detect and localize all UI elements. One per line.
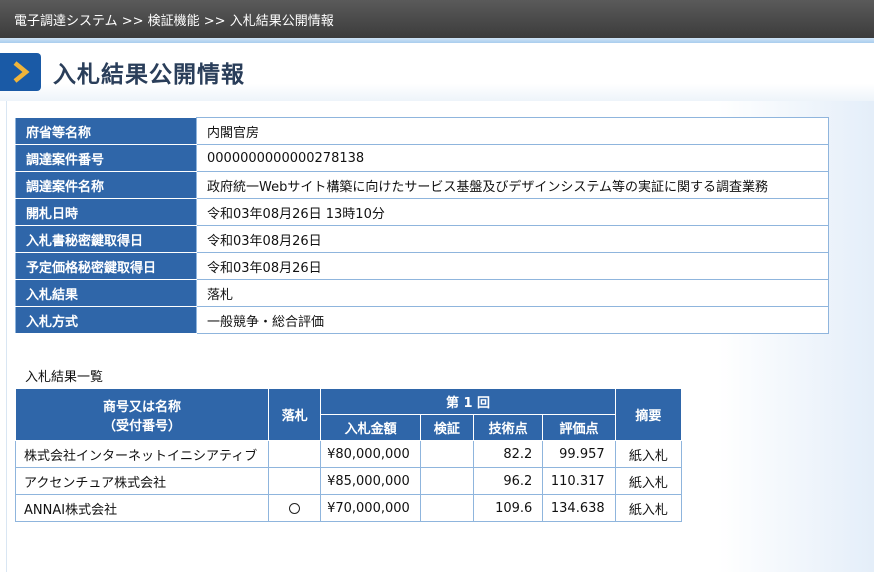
eval-score: 99.957 xyxy=(542,440,616,468)
info-label: 調達案件番号 xyxy=(15,144,197,172)
col-header-round: 第 1 回 xyxy=(320,388,616,415)
remarks: 紙入札 xyxy=(614,494,683,522)
info-row-case-number: 調達案件番号 0000000000000278138 xyxy=(15,144,829,172)
info-label: 開札日時 xyxy=(15,198,197,226)
table-row: 株式会社インターネットイニシアティブ ¥80,000,000 82.2 99.9… xyxy=(14,440,683,468)
tech-score: 96.2 xyxy=(473,467,544,495)
award-mark xyxy=(268,467,322,495)
bid-amount: ¥85,000,000 xyxy=(320,467,421,495)
bidder-name: アクセンチュア株式会社 xyxy=(14,467,270,495)
info-label: 予定価格秘密鍵取得日 xyxy=(15,252,197,280)
remarks: 紙入札 xyxy=(614,467,683,495)
info-row-case-name: 調達案件名称 政府統一Webサイト構築に向けたサービス基盤及びデザインシステム等… xyxy=(15,171,829,199)
info-row-price-key-date: 予定価格秘密鍵取得日 令和03年08月26日 xyxy=(15,252,829,280)
award-mark xyxy=(268,440,322,468)
breadcrumb-bar: 電子調達システム >> 検証機能 >> 入札結果公開情報 xyxy=(0,0,874,38)
info-row-method: 入札方式 一般競争・総合評価 xyxy=(15,306,829,334)
verify-cell xyxy=(419,494,475,522)
info-row-result: 入札結果 落札 xyxy=(15,279,829,307)
verify-cell xyxy=(419,467,475,495)
col-header-amount: 入札金額 xyxy=(320,414,421,441)
info-label: 入札方式 xyxy=(15,306,197,334)
eval-score: 134.638 xyxy=(542,494,616,522)
breadcrumb: 電子調達システム >> 検証機能 >> 入札結果公開情報 xyxy=(14,13,334,29)
info-label: 府省等名称 xyxy=(15,117,197,145)
bid-amount: ¥70,000,000 xyxy=(320,494,421,522)
award-mark xyxy=(268,494,322,522)
verify-cell xyxy=(419,440,475,468)
page-title: 入札結果公開情報 xyxy=(53,62,245,88)
col-header-remarks: 摘要 xyxy=(614,388,683,441)
info-value: 令和03年08月26日 xyxy=(196,225,829,253)
chevron-right-icon xyxy=(0,53,41,91)
table-row: アクセンチュア株式会社 ¥85,000,000 96.2 110.317 紙入札 xyxy=(14,467,683,495)
col-header-name: 商号又は名称 （受付番号） xyxy=(14,388,270,441)
bidder-name: ANNAI株式会社 xyxy=(14,494,270,522)
bid-amount: ¥80,000,000 xyxy=(320,440,421,468)
info-row-bid-key-date: 入札書秘密鍵取得日 令和03年08月26日 xyxy=(15,225,829,253)
bidder-name: 株式会社インターネットイニシアティブ xyxy=(14,440,270,468)
col-header-eval: 評価点 xyxy=(542,414,616,441)
award-circle-icon xyxy=(289,502,301,514)
info-value: 落札 xyxy=(196,279,829,307)
tech-score: 82.2 xyxy=(473,440,544,468)
info-row-ministry: 府省等名称 内閣官房 xyxy=(15,117,829,145)
info-row-opening-datetime: 開札日時 令和03年08月26日 13時10分 xyxy=(15,198,829,226)
info-label: 入札書秘密鍵取得日 xyxy=(15,225,197,253)
info-label: 入札結果 xyxy=(15,279,197,307)
info-label: 調達案件名称 xyxy=(15,171,197,199)
table-row: ANNAI株式会社 ¥70,000,000 109.6 134.638 紙入札 xyxy=(14,494,683,522)
info-value: 一般競争・総合評価 xyxy=(196,306,829,334)
info-value: 令和03年08月26日 13時10分 xyxy=(196,198,829,226)
info-value: 令和03年08月26日 xyxy=(196,252,829,280)
col-header-award: 落札 xyxy=(268,388,322,441)
remarks: 紙入札 xyxy=(614,440,683,468)
procurement-info-table: 府省等名称 内閣官房 調達案件番号 0000000000000278138 調達… xyxy=(15,117,829,334)
page-header: 入札結果公開情報 xyxy=(0,43,874,101)
eval-score: 110.317 xyxy=(542,467,616,495)
bid-results-table: 商号又は名称 （受付番号） 落札 第 1 回 摘要 入札金額 検証 技術点 評価… xyxy=(14,388,683,522)
main-content: 府省等名称 内閣官房 調達案件番号 0000000000000278138 調達… xyxy=(6,101,874,572)
info-value: 政府統一Webサイト構築に向けたサービス基盤及びデザインシステム等の実証に関する… xyxy=(196,171,829,199)
results-section-title: 入札結果一覧 xyxy=(25,370,104,385)
col-header-tech: 技術点 xyxy=(473,414,544,441)
info-value: 内閣官房 xyxy=(196,117,829,145)
tech-score: 109.6 xyxy=(473,494,544,522)
info-value: 0000000000000278138 xyxy=(196,144,829,172)
col-header-verify: 検証 xyxy=(419,414,475,441)
